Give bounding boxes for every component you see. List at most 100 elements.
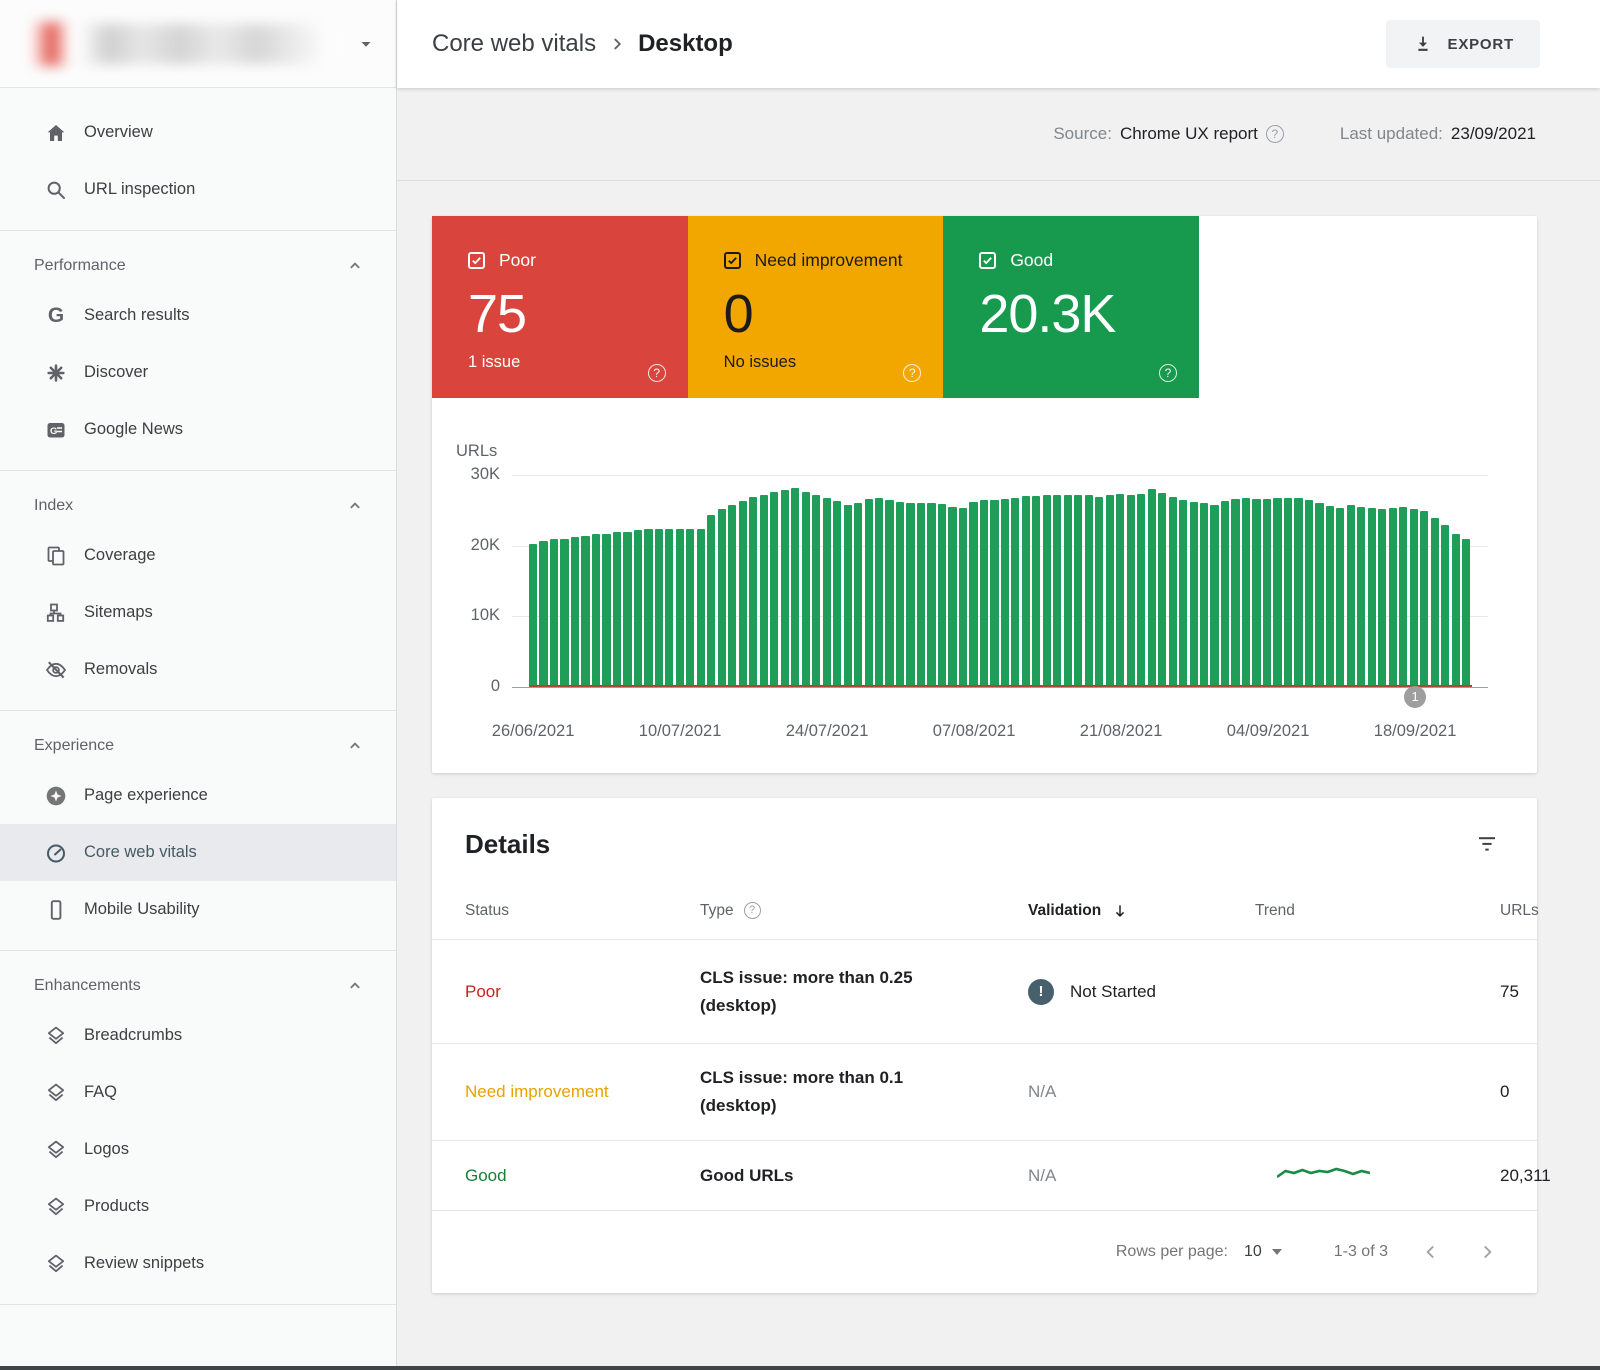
need-improvement-checkbox-icon[interactable] [724,252,741,269]
next-page-button[interactable] [1474,1239,1500,1265]
rows-per-page-value[interactable]: 10 [1244,1243,1262,1261]
chart-bar[interactable] [833,501,841,687]
chart-bar[interactable] [655,529,663,687]
chart-bar[interactable] [728,505,736,687]
chart-bar[interactable] [1200,503,1208,687]
sidebar-item-core-web-vitals[interactable]: Core web vitals [0,824,396,881]
chart-bar[interactable] [1389,508,1397,687]
chart-bar[interactable] [1315,503,1323,687]
chart-annotation-marker[interactable]: 1 [1404,686,1426,708]
sidebar-item-coverage[interactable]: Coverage [0,527,396,584]
chart-bar[interactable] [1357,507,1365,687]
type-help-icon[interactable]: ? [744,902,761,919]
section-header-index[interactable]: Index [0,481,396,527]
sidebar-item-review-snippets[interactable]: Review snippets [0,1235,396,1292]
sidebar-item-products[interactable]: Products [0,1178,396,1235]
chart-bar[interactable] [718,509,726,687]
chart-bar[interactable] [1095,497,1103,687]
chart-bar[interactable] [980,500,988,687]
chart-bar[interactable] [1368,508,1376,687]
chart-bar[interactable] [1378,509,1386,687]
section-header-enhancements[interactable]: Enhancements [0,961,396,1007]
chart-bar[interactable] [529,544,537,687]
chart-bar[interactable] [770,492,778,687]
sidebar-item-discover[interactable]: Discover [0,344,396,401]
chart-bar[interactable] [1158,493,1166,687]
export-button[interactable]: EXPORT [1386,20,1540,68]
sidebar-item-breadcrumbs[interactable]: Breadcrumbs [0,1007,396,1064]
chart-bar[interactable] [1231,499,1239,687]
sidebar-item-sitemaps[interactable]: Sitemaps [0,584,396,641]
chart-bar[interactable] [676,529,684,687]
chart-bar[interactable] [896,502,904,687]
sidebar-item-google-news[interactable]: G Google News [0,401,396,458]
chart-bar[interactable] [781,490,789,687]
chart-bar[interactable] [739,501,747,687]
chart-bar[interactable] [1085,495,1093,687]
help-icon[interactable]: ? [1159,364,1177,382]
chart-bar[interactable] [854,503,862,687]
help-icon[interactable]: ? [903,364,921,382]
sidebar-item-url-inspection[interactable]: URL inspection [0,161,396,218]
chart-bar[interactable] [1106,495,1114,687]
chart-bar[interactable] [1399,507,1407,687]
chart-bar[interactable] [969,502,977,687]
chart-bar[interactable] [1221,501,1229,687]
property-selector[interactable] [0,0,396,88]
chart-bar[interactable] [1137,494,1145,687]
chart-bar[interactable] [906,503,914,687]
chart-bar[interactable] [1347,505,1355,687]
chart-bar[interactable] [1011,498,1019,687]
chart-bar[interactable] [1420,511,1428,687]
chart-bar[interactable] [644,529,652,687]
status-card-need-improvement[interactable]: Need improvement 0 No issues ? [688,216,944,398]
chart-bar[interactable] [875,498,883,687]
chart-bar[interactable] [1116,494,1124,687]
chart-bar[interactable] [1022,496,1030,687]
chart-bar[interactable] [1001,499,1009,687]
chart-bar[interactable] [560,539,568,687]
chart-bar[interactable] [1441,525,1449,687]
chart-bar[interactable] [812,495,820,687]
chart-bar[interactable] [948,507,956,687]
chart-bar[interactable] [1032,496,1040,687]
breadcrumb-parent-link[interactable]: Core web vitals [432,30,596,58]
section-header-performance[interactable]: Performance [0,241,396,287]
chart-bar[interactable] [1043,495,1051,687]
chart-bar[interactable] [802,492,810,687]
property-dropdown-caret-icon[interactable] [354,32,378,56]
chart-bar[interactable] [938,504,946,687]
table-row-poor[interactable]: Poor CLS issue: more than 0.25 (desktop)… [432,940,1537,1044]
sidebar-item-search-results[interactable]: G Search results [0,287,396,344]
chart-bar[interactable] [1326,506,1334,687]
status-card-poor[interactable]: Poor 75 1 issue ? [432,216,688,398]
chart-bar[interactable] [791,488,799,687]
source-help-icon[interactable]: ? [1266,125,1284,143]
chart-bar[interactable] [550,539,558,687]
chart-bar[interactable] [1169,497,1177,687]
chart-bar[interactable] [1284,498,1292,687]
table-row-good[interactable]: Good Good URLs N/A 20,311 [432,1141,1537,1211]
sidebar-item-overview[interactable]: Overview [0,104,396,161]
column-header-validation[interactable]: Validation [1028,902,1255,920]
chart-bar[interactable] [613,532,621,687]
chart-bar[interactable] [1053,495,1061,687]
chart-bar[interactable] [760,495,768,687]
chart-bar[interactable] [1431,518,1439,687]
status-card-good[interactable]: Good 20.3K ? [943,216,1199,398]
chart-bar[interactable] [1273,498,1281,687]
chart-bar[interactable] [571,537,579,687]
chart-bar[interactable] [697,529,705,687]
section-header-experience[interactable]: Experience [0,721,396,767]
chart-bar[interactable] [865,499,873,687]
chart-bar[interactable] [634,530,642,687]
chart-bar[interactable] [1148,489,1156,687]
sidebar-item-faq[interactable]: FAQ [0,1064,396,1121]
chart-bar[interactable] [1074,495,1082,687]
chart-bar[interactable] [917,503,925,687]
filter-button[interactable] [1471,828,1503,860]
chart-bar[interactable] [623,532,631,687]
chart-bar[interactable] [885,500,893,687]
chart-bar[interactable] [1305,500,1313,687]
rows-per-page-caret-icon[interactable] [1272,1249,1282,1255]
